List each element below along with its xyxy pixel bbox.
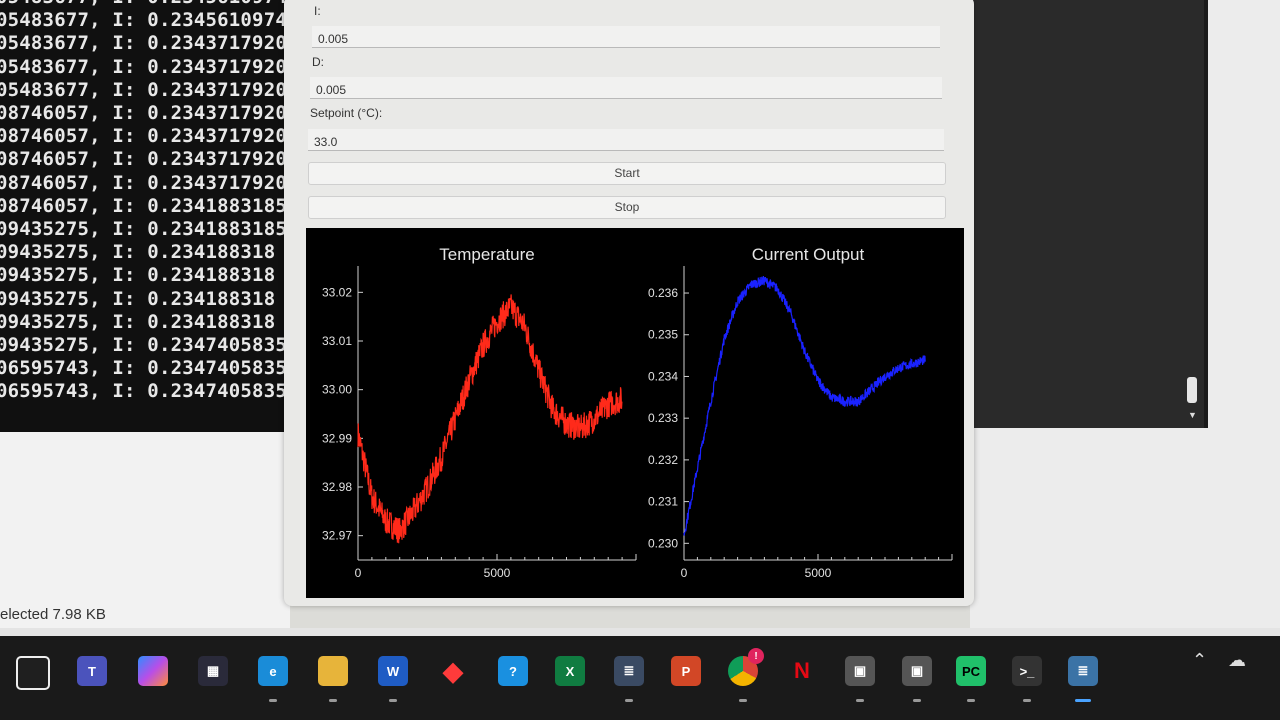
terminal-line: 08746057, I: 0.2343717920: [0, 102, 287, 124]
running-indicator: [1023, 699, 1031, 702]
current-y-tick-label: 0.234: [648, 369, 678, 383]
terminal-line: 09435275, I: 0.234188318: [0, 241, 276, 264]
current-y-tick-label: 0.232: [648, 453, 678, 467]
scrollbar-thumb[interactable]: [1187, 377, 1197, 403]
current-y-tick-label: 0.235: [648, 328, 678, 342]
cloud-icon[interactable]: ☁: [1228, 650, 1246, 671]
running-indicator: [967, 699, 975, 702]
current-y-tick-label: 0.231: [648, 495, 678, 509]
terminal-line: 05483677, I: 0.2343717920: [0, 55, 287, 78]
running-indicator: [389, 699, 397, 702]
start-icon[interactable]: [16, 656, 50, 690]
temperature-chart-title: Temperature: [439, 245, 534, 264]
plot-canvas: Temperature 0 5000 32.97 32.98 32.99 33.00 33.0…: [306, 228, 964, 598]
terminal-icon[interactable]: >_: [1012, 656, 1042, 686]
current-series-line: [683, 275, 926, 536]
teams-icon[interactable]: T: [77, 656, 107, 686]
i-label: I:: [314, 4, 321, 18]
current-y-tick-label: 0.236: [648, 286, 678, 300]
terminal-line: 09435275, I: 0.2347405835: [0, 334, 287, 356]
terminal-line: 05483677, I: 0.2345610974: [0, 9, 287, 32]
terminal-line: 06595743, I: 0.2347405835: [0, 357, 287, 380]
d-label: D:: [312, 55, 324, 69]
running-indicator: [329, 699, 337, 702]
notification-badge: !: [748, 648, 764, 664]
background-dark-window: [948, 0, 1208, 428]
python-idle-icon[interactable]: ≣: [614, 656, 644, 686]
current-x-tick-label: 5000: [805, 566, 832, 580]
terminal-line: 08746057, I: 0.2343717920: [0, 148, 287, 171]
running-indicator: [739, 699, 747, 702]
terminal-line: 09435275, I: 0.234188318: [0, 287, 276, 310]
app-icon-1[interactable]: ▣: [845, 656, 875, 686]
running-indicator: [625, 699, 633, 702]
terminal-line: 05483677, I: 0.2343717920: [0, 32, 287, 55]
terminal-line: 09435275, I: 0.234188318: [0, 310, 276, 333]
start-button[interactable]: Start: [308, 162, 946, 185]
running-indicator: [856, 699, 864, 702]
app-icon-2[interactable]: ▣: [902, 656, 932, 686]
temperature-y-tick-label: 32.97: [322, 529, 352, 543]
temperature-series-line: [357, 294, 623, 544]
temperature-y-tick-label: 33.02: [322, 285, 352, 299]
setpoint-input[interactable]: 33.0: [308, 129, 944, 151]
powerpoint-icon[interactable]: P: [671, 656, 701, 686]
word-icon[interactable]: W: [378, 656, 408, 686]
terminal-line: 09435275, I: 0.2341883185: [0, 218, 287, 240]
terminal-window: 05483677, I: 0.2345610974 05483677, I: 0.…: [0, 0, 300, 432]
office-icon[interactable]: ◆: [438, 656, 468, 686]
terminal-line: 08746057, I: 0.2343717920: [0, 171, 287, 194]
current-x-tick-label: 0: [681, 566, 688, 580]
running-indicator: [913, 699, 921, 702]
terminal-line: 08746057, I: 0.2343717920: [0, 125, 287, 148]
stop-button[interactable]: Stop: [308, 196, 946, 219]
netflix-icon[interactable]: N: [787, 656, 817, 686]
python-icon[interactable]: ≣: [1068, 656, 1098, 686]
store-icon[interactable]: ▦: [198, 656, 228, 686]
tips-icon[interactable]: ?: [498, 656, 528, 686]
current-chart-title: Current Output: [752, 245, 865, 264]
terminal-line: 08746057, I: 0.2341883185: [0, 194, 287, 217]
current-y-tick-label: 0.233: [648, 411, 678, 425]
terminal-line: 05483677, I: 0.2345610974: [0, 0, 300, 8]
pycharm-icon[interactable]: PC: [956, 656, 986, 686]
terminal-line: 09435275, I: 0.234188318: [0, 264, 276, 287]
edge-icon[interactable]: e: [258, 656, 288, 686]
excel-icon[interactable]: X: [555, 656, 585, 686]
scroll-down-icon[interactable]: ▼: [1188, 410, 1197, 420]
i-input[interactable]: 0.005: [312, 26, 940, 48]
d-input[interactable]: 0.005: [310, 77, 942, 99]
temperature-y-tick-label: 32.99: [322, 431, 352, 445]
temperature-y-tick-label: 33.00: [322, 383, 352, 397]
temperature-y-tick-label: 32.98: [322, 480, 352, 494]
temperature-x-tick-label: 0: [355, 566, 362, 580]
chevron-up-icon[interactable]: ⌃: [1192, 650, 1207, 671]
copilot-icon[interactable]: [138, 656, 168, 686]
terminal-line: 06595743, I: 0.2347405835: [0, 380, 287, 403]
temperature-y-tick-label: 33.01: [322, 334, 352, 348]
running-indicator: [1075, 699, 1091, 702]
file-explorer-icon[interactable]: [318, 656, 348, 686]
temperature-x-tick-label: 5000: [484, 566, 511, 580]
running-indicator: [269, 699, 277, 702]
explorer-status-bar: elected 7.98 KB: [0, 606, 106, 623]
terminal-line: 05483677, I: 0.2343717920: [0, 78, 287, 101]
current-y-tick-label: 0.230: [648, 536, 678, 550]
setpoint-label: Setpoint (°C):: [310, 106, 383, 120]
plots-svg: Temperature 0 5000 32.97 32.98 32.99 33.00 33.0…: [322, 245, 953, 580]
